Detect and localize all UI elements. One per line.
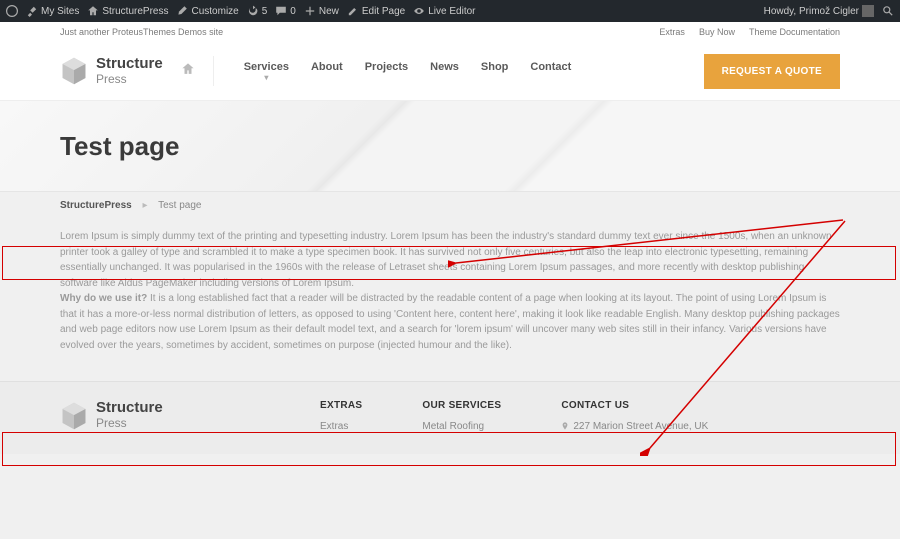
pin-icon [561, 422, 569, 430]
nav-projects[interactable]: Projects [365, 61, 408, 82]
brush-icon [176, 5, 188, 17]
adminbar-howdy[interactable]: Howdy, Primož Cigler [764, 5, 874, 17]
top-strip: Just another ProteusThemes Demos site Ex… [0, 22, 900, 42]
tagline: Just another ProteusThemes Demos site [60, 27, 223, 37]
breadcrumb-current: Test page [158, 200, 201, 211]
wp-icon [6, 5, 18, 17]
edit-icon [347, 5, 359, 17]
footer-heading: OUR SERVICES [422, 400, 501, 411]
breadcrumb: StructurePress ▸ Test page [60, 200, 840, 211]
adminbar-edit-page[interactable]: Edit Page [347, 5, 405, 17]
footer-heading: CONTACT US [561, 400, 708, 411]
top-links: Extras Buy Now Theme Documentation [659, 27, 840, 37]
adminbar-new[interactable]: New [304, 5, 339, 17]
footer-col-services: OUR SERVICES Metal Roofing [422, 400, 501, 436]
adminbar-wp-logo[interactable] [6, 5, 18, 17]
annotation-box-top [2, 246, 896, 280]
body-p2-lead: Why do we use it? [60, 293, 147, 304]
site-logo[interactable]: StructurePress [60, 56, 163, 87]
body-p2: It is a long established fact that a rea… [60, 293, 840, 351]
nav-shop[interactable]: Shop [481, 61, 509, 82]
footer-logo-col: StructurePress [60, 400, 260, 436]
nav-home[interactable] [181, 62, 195, 81]
wp-admin-bar: My Sites StructurePress Customize 5 0 Ne… [0, 0, 900, 22]
refresh-icon [247, 5, 259, 17]
adminbar-my-sites[interactable]: My Sites [26, 5, 79, 17]
comment-icon [275, 5, 287, 17]
nav-services[interactable]: Services▾ [244, 61, 289, 82]
top-link-docs[interactable]: Theme Documentation [749, 27, 840, 37]
nav-about[interactable]: About [311, 61, 343, 82]
logo-text-1: Structure [96, 56, 163, 71]
breadcrumb-wrap: StructurePress ▸ Test page [0, 192, 900, 219]
footer-address: 227 Marion Street Avenue, UK [561, 421, 708, 432]
chevron-right-icon: ▸ [142, 200, 147, 211]
tool-icon [26, 5, 38, 17]
main-nav: Services▾ About Projects News Shop Conta… [244, 61, 686, 82]
footer-link[interactable]: Extras [320, 421, 362, 432]
footer-logo[interactable]: StructurePress [60, 400, 260, 431]
nav-contact[interactable]: Contact [530, 61, 571, 82]
request-quote-button[interactable]: REQUEST A QUOTE [704, 54, 840, 89]
adminbar-customize[interactable]: Customize [176, 5, 238, 17]
breadcrumb-root[interactable]: StructurePress [60, 200, 132, 211]
home-icon [181, 62, 195, 76]
adminbar-live-editor[interactable]: Live Editor [413, 5, 475, 17]
divider [213, 56, 214, 86]
nav-news[interactable]: News [430, 61, 459, 82]
top-link-buy[interactable]: Buy Now [699, 27, 735, 37]
footer-col-extras: EXTRAS Extras [320, 400, 362, 436]
logo-mark-icon [60, 56, 88, 86]
page-hero: Test page [0, 100, 900, 192]
footer-link[interactable]: Metal Roofing [422, 421, 501, 432]
search-icon [882, 5, 894, 17]
footer-col-contact: CONTACT US 227 Marion Street Avenue, UK [561, 400, 708, 436]
eye-icon [413, 5, 425, 17]
footer-heading: EXTRAS [320, 400, 362, 411]
avatar-icon [862, 5, 874, 17]
site-header: StructurePress Services▾ About Projects … [0, 42, 900, 100]
adminbar-comments[interactable]: 0 [275, 5, 296, 17]
adminbar-updates[interactable]: 5 [247, 5, 268, 17]
annotation-box-bottom [2, 432, 896, 466]
home-icon [87, 5, 99, 17]
logo-mark-icon [60, 401, 88, 431]
logo-text-2: Press [96, 72, 127, 86]
page-title: Test page [60, 131, 840, 162]
adminbar-site[interactable]: StructurePress [87, 5, 168, 17]
plus-icon [304, 5, 316, 17]
adminbar-search[interactable] [882, 5, 894, 17]
page-content: Lorem Ipsum is simply dummy text of the … [0, 219, 900, 381]
top-link-extras[interactable]: Extras [659, 27, 685, 37]
chevron-down-icon: ▾ [244, 73, 289, 82]
